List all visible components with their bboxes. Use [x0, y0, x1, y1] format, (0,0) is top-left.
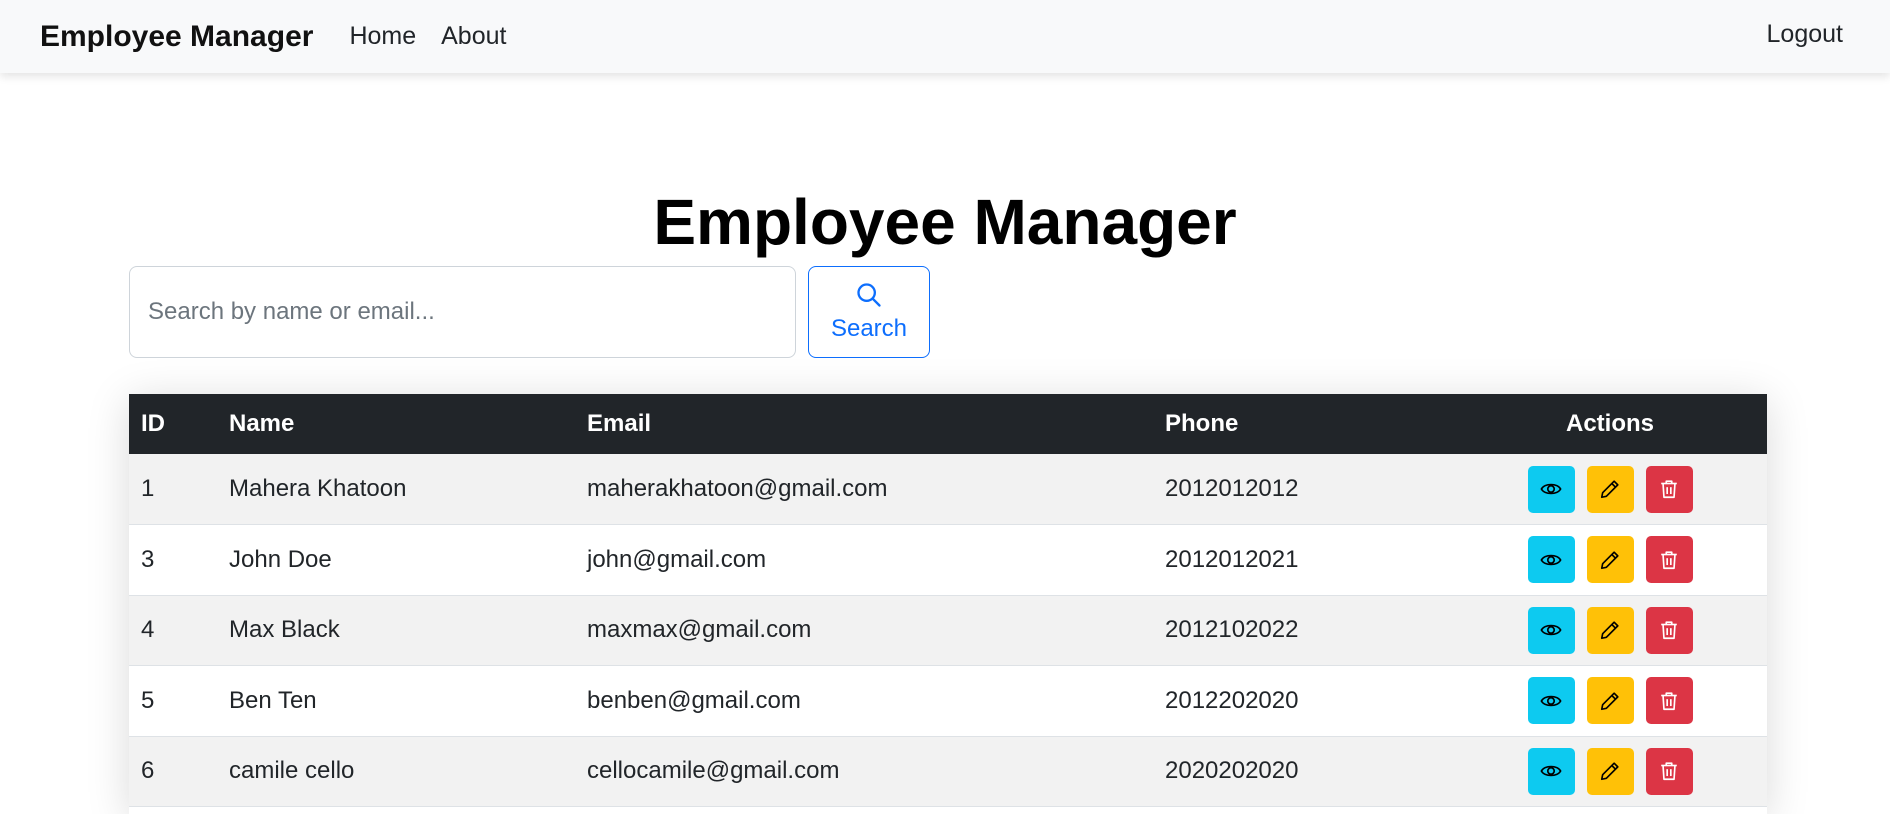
table-row: 1 Mahera Khatoon maherakhatoon@gmail.com 20… [129, 454, 1767, 525]
edit-button[interactable] [1586, 536, 1634, 584]
view-button[interactable] [1527, 747, 1575, 795]
header-phone: Phone [1165, 410, 1239, 437]
header-name: Name [229, 410, 295, 437]
delete-button[interactable] [1645, 677, 1693, 725]
trash-icon [1658, 549, 1680, 571]
employee-table-container: ID Name Email Phone Actions 1 Mahera Khat… [129, 394, 1767, 814]
pencil-icon [1599, 619, 1621, 641]
cell-id: 3 [141, 545, 155, 573]
page-title: Employee Manager [653, 186, 1237, 258]
cell-phone: 2012012012 [1165, 475, 1299, 502]
search-button[interactable]: Search [808, 266, 930, 358]
view-button[interactable] [1527, 606, 1575, 654]
edit-button[interactable] [1586, 465, 1634, 513]
delete-button[interactable] [1645, 536, 1693, 584]
cell-actions [1453, 454, 1767, 525]
eye-icon [1540, 478, 1562, 500]
edit-button[interactable] [1586, 677, 1634, 725]
delete-button[interactable] [1645, 747, 1693, 795]
table-row: 5 Ben Ten benben@gmail.com 2012202020 [129, 665, 1767, 737]
cell-email: cellocamile@gmail.com [587, 757, 840, 785]
cell-id: 4 [141, 616, 155, 644]
cell-phone: 2020202020 [1165, 757, 1299, 785]
table-row: 4 Max Black maxmax@gmail.com 2012102022 [129, 595, 1767, 666]
header-actions: Actions [1565, 410, 1654, 437]
delete-button[interactable] [1645, 606, 1693, 654]
table-header-row: ID Name Email Phone Actions [129, 394, 1767, 454]
navbar-brand[interactable]: Employee Manager [40, 20, 313, 54]
cell-name: camile cello [229, 757, 355, 785]
header-id: ID [141, 410, 165, 437]
cell-name: Mahera Khatoon [229, 475, 407, 502]
pencil-icon [1599, 549, 1621, 571]
employee-table: ID Name Email Phone Actions 1 Mahera Khat… [129, 394, 1767, 807]
pencil-icon [1599, 690, 1621, 712]
cell-phone: 2012012021 [1165, 545, 1299, 573]
cell-actions [1453, 666, 1767, 737]
cell-email: maherakhatoon@gmail.com [587, 475, 888, 502]
nav-link-home[interactable]: Home [349, 22, 416, 51]
cell-email: benben@gmail.com [587, 686, 801, 714]
view-button[interactable] [1527, 536, 1575, 584]
delete-button[interactable] [1645, 465, 1693, 513]
cell-actions [1453, 525, 1767, 596]
trash-icon [1658, 760, 1680, 782]
search-icon [857, 283, 881, 307]
cell-email: maxmax@gmail.com [587, 616, 812, 644]
view-button[interactable] [1527, 465, 1575, 513]
search-input[interactable] [129, 266, 796, 358]
pencil-icon [1599, 478, 1621, 500]
table-row: 6 camile cello cellocamile@gmail.com 202020… [129, 736, 1767, 807]
cell-id: 6 [141, 757, 155, 785]
trash-icon [1658, 690, 1680, 712]
edit-button[interactable] [1586, 747, 1634, 795]
cell-email: john@gmail.com [587, 545, 767, 573]
eye-icon [1540, 549, 1562, 571]
view-button[interactable] [1527, 677, 1575, 725]
nav-link-about[interactable]: About [441, 22, 506, 51]
table-row: 3 John Doe john@gmail.com 2012012021 [129, 524, 1767, 596]
pencil-icon [1599, 760, 1621, 782]
eye-icon [1540, 760, 1562, 782]
edit-button[interactable] [1586, 606, 1634, 654]
trash-icon [1658, 478, 1680, 500]
search-button-label: Search [830, 315, 908, 342]
eye-icon [1540, 619, 1562, 641]
cell-phone: 2012202020 [1165, 686, 1299, 714]
navbar: Employee Manager Home About Logout [0, 0, 1890, 73]
cell-actions [1453, 736, 1767, 807]
trash-icon [1658, 619, 1680, 641]
cell-id: 1 [141, 475, 155, 502]
eye-icon [1540, 690, 1562, 712]
cell-id: 5 [141, 686, 155, 714]
header-email: Email [587, 410, 652, 437]
cell-actions [1453, 595, 1767, 666]
cell-name: Ben Ten [229, 686, 317, 714]
cell-name: Max Black [229, 616, 340, 644]
cell-name: John Doe [229, 545, 332, 573]
logout-link[interactable]: Logout [1767, 20, 1843, 49]
cell-phone: 2012102022 [1165, 616, 1299, 644]
